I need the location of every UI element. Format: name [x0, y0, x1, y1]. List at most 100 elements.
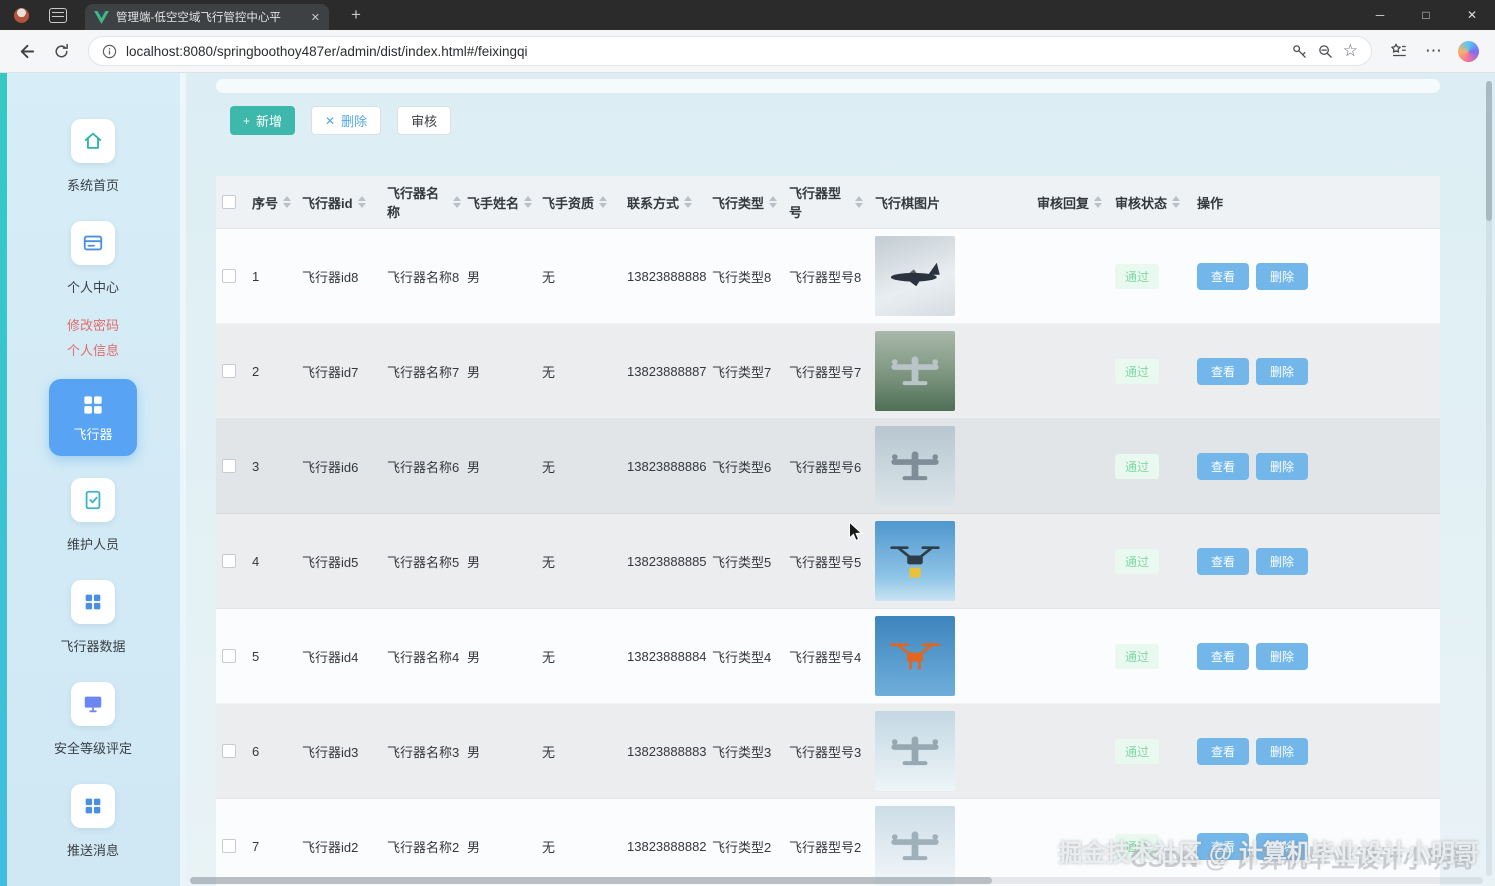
row-delete-button[interactable]: 删除	[1256, 737, 1309, 765]
browser-tab[interactable]: 管理端-低空空域飞行管控中心平 ✕	[85, 4, 329, 30]
url-text[interactable]: localhost:8080/springboothoy487er/admin/…	[126, 44, 1282, 59]
table-row: 1 飞行器id8 飞行器名称8 男 无 13823888888 飞行类型8 飞行器型号8 通过 查…	[216, 229, 1440, 324]
row-delete-button[interactable]: 删除	[1256, 452, 1309, 480]
column-header[interactable]: 飞行器名称	[381, 183, 461, 221]
address-bar[interactable]: localhost:8080/springboothoy487er/admin/…	[88, 36, 1372, 66]
row-checkbox[interactable]	[222, 839, 236, 853]
close-button[interactable]: ✕	[1449, 0, 1495, 30]
row-checkbox[interactable]	[222, 364, 236, 378]
view-button[interactable]: 查看	[1197, 357, 1250, 385]
zoom-out-icon[interactable]	[1317, 43, 1334, 60]
aircraft-image[interactable]	[875, 806, 955, 886]
cell-checkbox	[216, 649, 246, 663]
sidebar-item-push-message[interactable]: 推送消息	[67, 784, 119, 859]
column-header[interactable]: 联系方式	[621, 193, 706, 212]
add-button[interactable]: + 新增	[230, 106, 296, 135]
sort-carets-icon[interactable]	[283, 196, 292, 208]
cell-review-status: 通过	[1109, 263, 1191, 289]
cell-pilot_name: 男	[467, 554, 481, 570]
column-header-label: 审核状态	[1115, 195, 1168, 211]
column-header[interactable]: 审核回复	[1031, 193, 1109, 212]
sort-carets-icon[interactable]	[357, 196, 366, 208]
row-checkbox[interactable]	[222, 269, 236, 283]
sort-carets-icon[interactable]	[1172, 196, 1181, 208]
sort-carets-icon[interactable]	[1094, 196, 1103, 208]
new-tab-button[interactable]: +	[344, 5, 368, 25]
cell-aircraft_id: 飞行器id4	[302, 649, 359, 665]
sort-carets-icon[interactable]	[684, 196, 693, 208]
toolbar: + 新增 ✕ 删除 审核	[216, 106, 1440, 135]
column-header[interactable]: 审核状态	[1109, 193, 1191, 212]
sort-carets-icon[interactable]	[769, 196, 778, 208]
row-checkbox[interactable]	[222, 459, 236, 473]
sort-carets-icon[interactable]	[599, 196, 608, 208]
column-header[interactable]: 飞行类型	[706, 193, 783, 212]
status-badge: 通过	[1115, 643, 1160, 669]
back-icon[interactable]	[13, 38, 40, 65]
cell-name: 飞行器名称2	[387, 839, 460, 855]
sort-carets-icon[interactable]	[855, 196, 863, 208]
aircraft-image[interactable]	[875, 711, 955, 791]
cell-pilot_qualification: 无	[542, 554, 556, 570]
profile-avatar-icon[interactable]	[14, 7, 29, 23]
sidebar-item-maintenance[interactable]: 维护人员	[67, 478, 119, 553]
status-badge: 通过	[1115, 738, 1160, 764]
delete-button[interactable]: ✕ 删除	[311, 106, 382, 135]
aircraft-image[interactable]	[875, 331, 955, 411]
column-header[interactable]: 序号	[246, 193, 296, 212]
sidebar-item-aircraft[interactable]: 飞行器	[49, 379, 137, 456]
column-header[interactable]: 飞手姓名	[461, 193, 536, 212]
sidebar-item-safety-rating[interactable]: 安全等级评定	[54, 682, 132, 757]
view-button[interactable]: 查看	[1197, 737, 1250, 765]
cell-name: 飞行器名称7	[387, 364, 460, 380]
cell-operations: 查看 删除	[1191, 832, 1440, 860]
column-header[interactable]: 飞行器id	[296, 193, 381, 212]
site-info-icon[interactable]	[102, 44, 117, 59]
column-header[interactable]: 飞行器型号	[783, 183, 863, 221]
favorites-bar-icon[interactable]	[1385, 38, 1412, 65]
view-button[interactable]: 查看	[1197, 452, 1250, 480]
refresh-icon[interactable]	[48, 38, 75, 65]
view-button[interactable]: 查看	[1197, 642, 1250, 670]
vertical-scrollbar[interactable]	[1486, 81, 1492, 876]
favorite-star-icon[interactable]: ☆	[1343, 41, 1358, 61]
minimize-button[interactable]: ─	[1357, 0, 1403, 30]
column-header-label: 操作	[1197, 195, 1224, 211]
link-change-password[interactable]: 修改密码	[67, 313, 119, 338]
cell-checkbox	[216, 364, 246, 378]
tab-actions-icon[interactable]	[49, 7, 67, 23]
aircraft-image[interactable]	[875, 236, 955, 316]
more-options-icon[interactable]: ⋯	[1420, 38, 1447, 65]
sidebar-item-personal-center[interactable]: 个人中心	[67, 221, 119, 296]
row-delete-button[interactable]: 删除	[1256, 262, 1309, 290]
tab-close-icon[interactable]: ✕	[311, 11, 320, 24]
sidebar-item-home[interactable]: 系统首页	[67, 119, 119, 194]
column-header[interactable]: 飞手资质	[536, 193, 621, 212]
review-button[interactable]: 审核	[397, 106, 452, 135]
row-delete-button[interactable]: 删除	[1256, 357, 1309, 385]
row-checkbox[interactable]	[222, 649, 236, 663]
sort-carets-icon[interactable]	[453, 196, 461, 208]
copilot-icon[interactable]	[1455, 38, 1482, 65]
row-delete-button[interactable]: 删除	[1256, 642, 1309, 670]
row-checkbox[interactable]	[222, 554, 236, 568]
password-key-icon[interactable]	[1291, 43, 1308, 60]
horizontal-scrollbar[interactable]	[190, 877, 1483, 884]
aircraft-image[interactable]	[875, 521, 955, 601]
sort-carets-icon[interactable]	[524, 196, 533, 208]
cell-review-status: 通过	[1109, 548, 1191, 574]
sidebar-item-aircraft-data[interactable]: 飞行器数据	[60, 580, 126, 655]
row-delete-button[interactable]: 删除	[1256, 832, 1309, 860]
select-all-checkbox[interactable]	[222, 195, 236, 209]
aircraft-image[interactable]	[875, 426, 955, 506]
aircraft-image[interactable]	[875, 616, 955, 696]
sidebar-item-label: 飞行器数据	[60, 639, 126, 654]
cell-name: 飞行器名称5	[387, 554, 460, 570]
view-button[interactable]: 查看	[1197, 832, 1250, 860]
maximize-button[interactable]: □	[1403, 0, 1449, 30]
view-button[interactable]: 查看	[1197, 262, 1250, 290]
row-checkbox[interactable]	[222, 744, 236, 758]
view-button[interactable]: 查看	[1197, 547, 1250, 575]
link-personal-info[interactable]: 个人信息	[67, 338, 119, 363]
row-delete-button[interactable]: 删除	[1256, 547, 1309, 575]
